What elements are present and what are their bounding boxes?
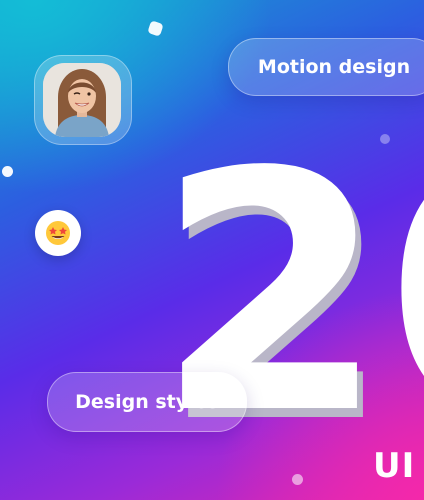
- tag-motion-design-label: Motion design: [257, 56, 411, 78]
- star-struck-emoji-icon: [46, 221, 70, 245]
- tag-design-styles-label: Design styles: [75, 391, 219, 413]
- decor-dot: [2, 166, 13, 177]
- avatar: [43, 63, 121, 137]
- tag-motion-design: Motion design: [228, 38, 424, 96]
- decor-dot: [292, 474, 303, 485]
- promo-canvas: 20 20 Motion: [0, 0, 424, 500]
- corner-label: UI: [373, 446, 416, 486]
- tag-design-styles: Design styles: [47, 372, 247, 432]
- big-number-shadow: 20: [162, 111, 424, 495]
- decor-dot: [147, 20, 164, 37]
- avatar-frame: [34, 55, 132, 145]
- decor-dot: [380, 134, 390, 144]
- portrait-photo-icon: [43, 63, 121, 137]
- emoji-badge: [35, 210, 81, 256]
